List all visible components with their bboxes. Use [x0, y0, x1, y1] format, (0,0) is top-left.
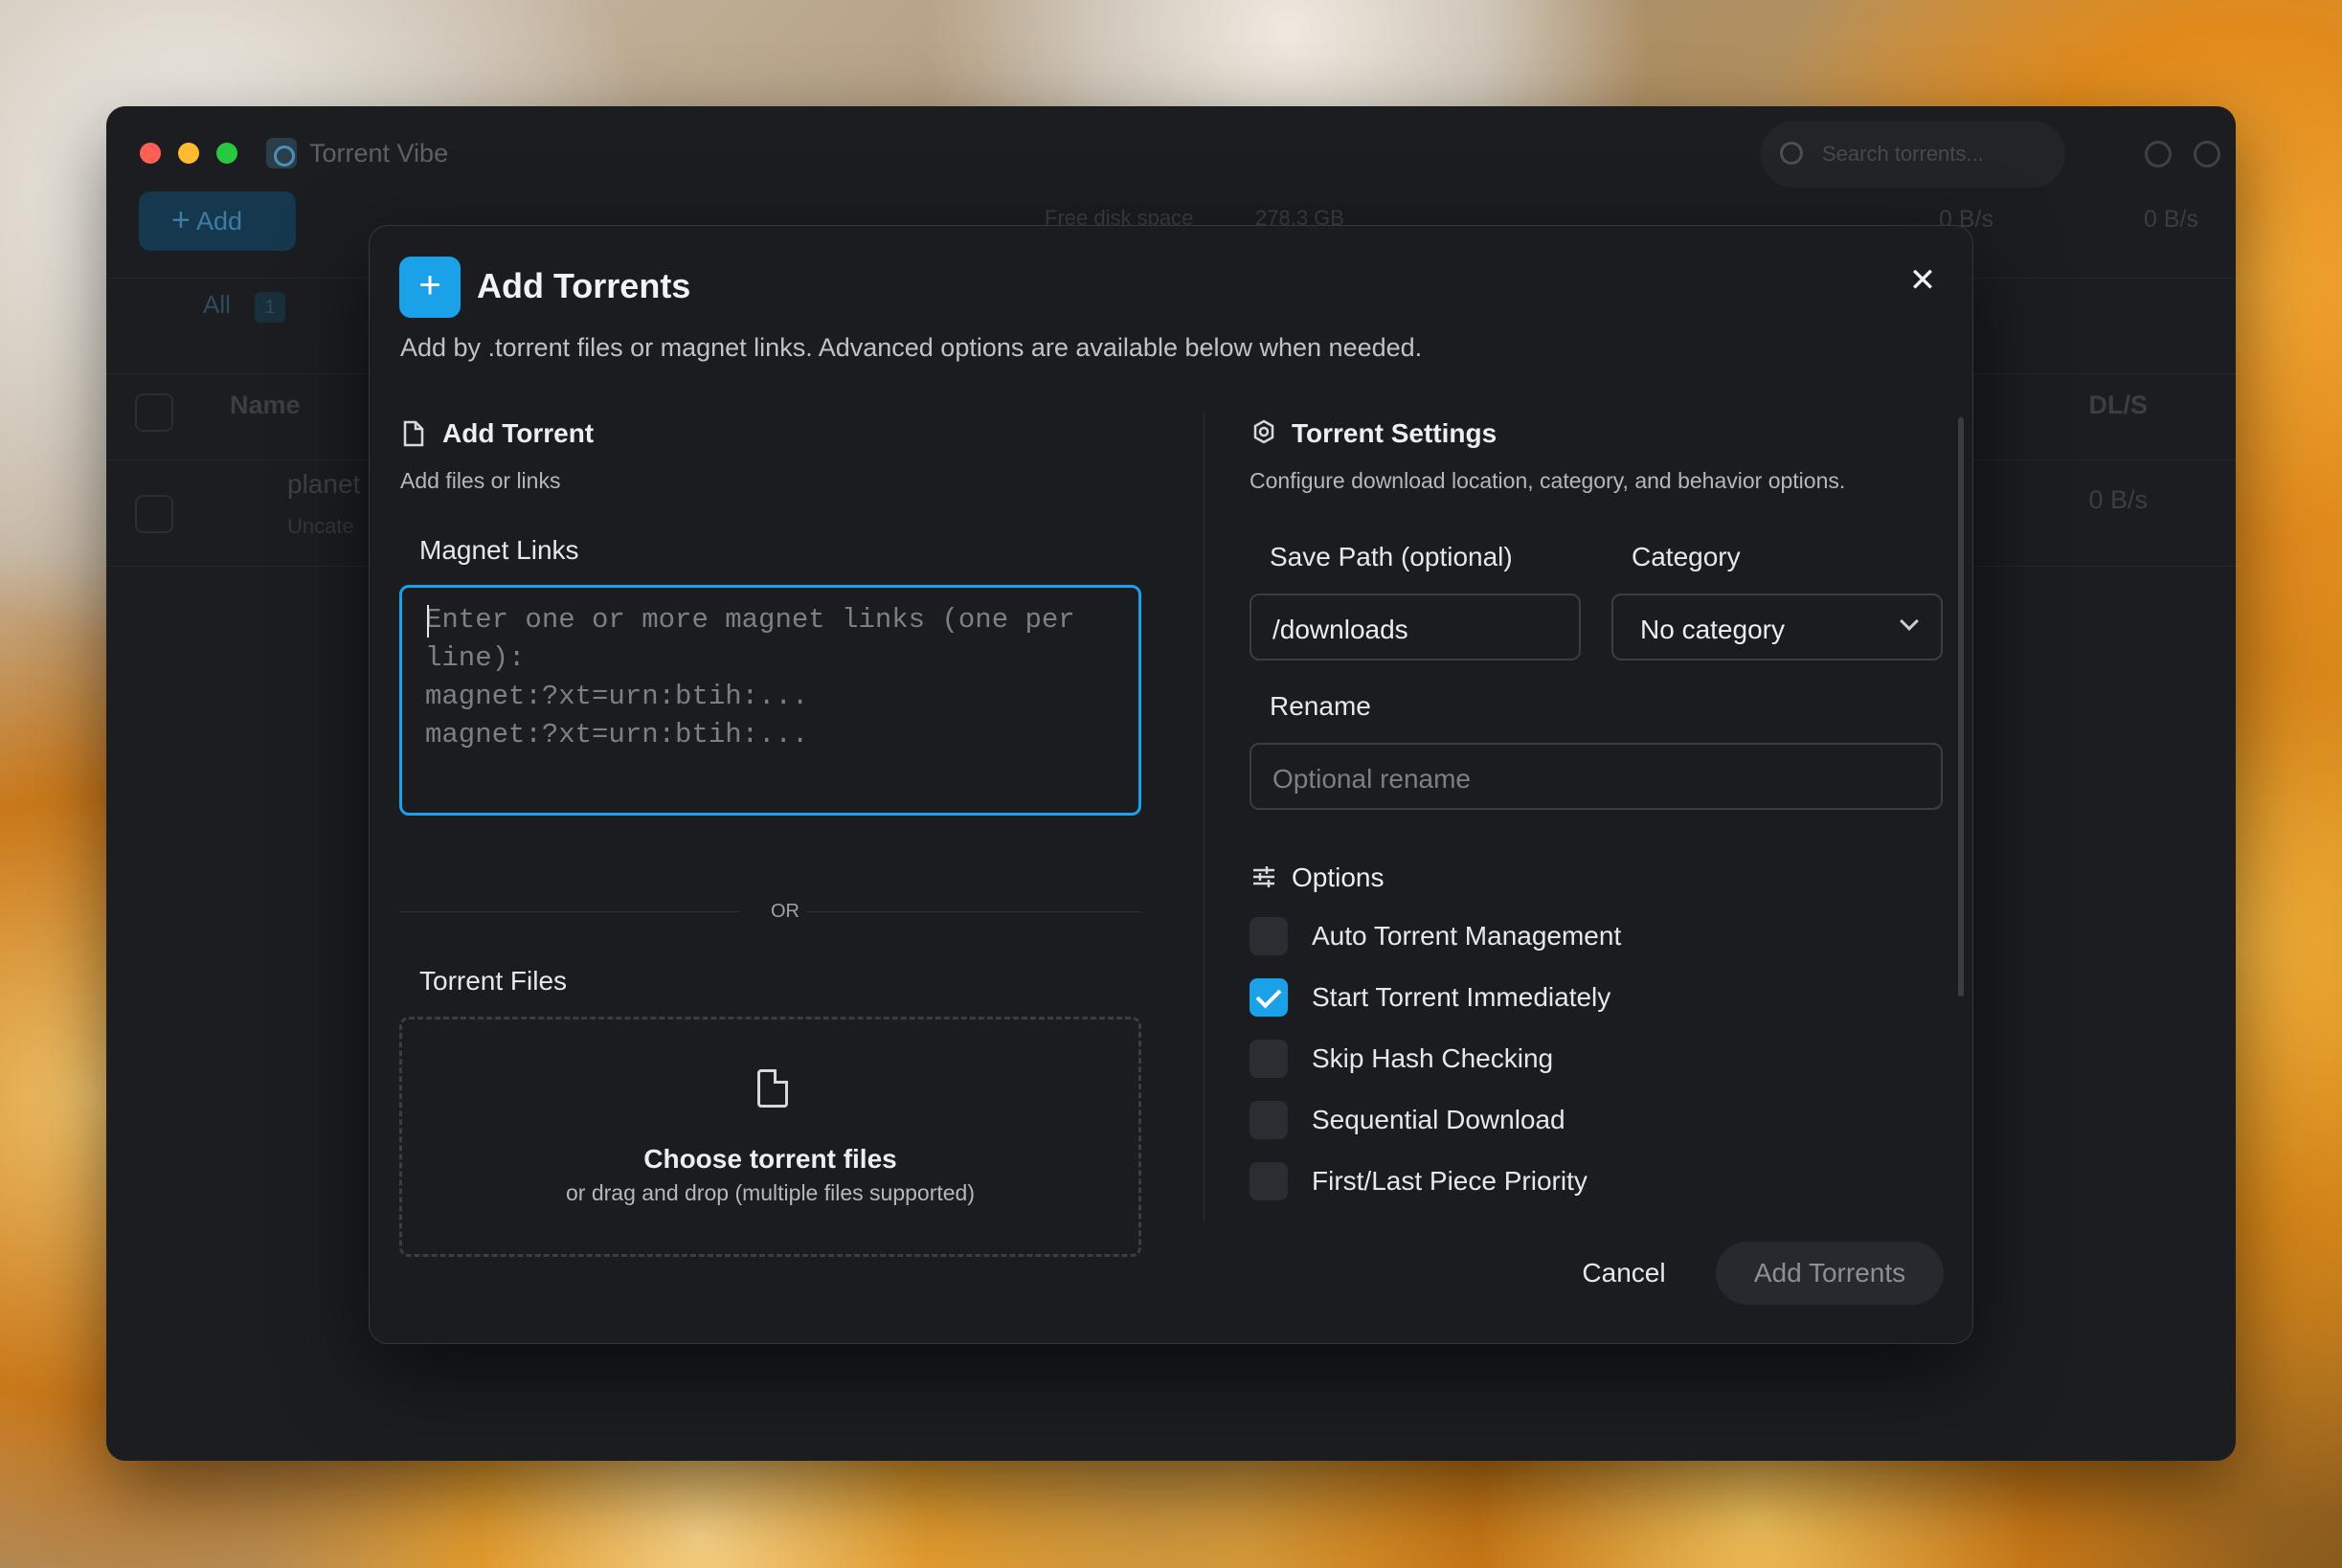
- zoom-window-button[interactable]: [216, 143, 237, 164]
- rename-label: Rename: [1270, 691, 1371, 721]
- start-immediately-checkbox[interactable]: [1250, 978, 1288, 1017]
- close-window-button[interactable]: [140, 143, 161, 164]
- add-torrents-button[interactable]: Add Torrents: [1716, 1242, 1944, 1305]
- filter-all-count: 1: [255, 292, 285, 323]
- magnet-links-label: Magnet Links: [419, 535, 579, 565]
- add-torrent-section-sub: Add files or links: [400, 468, 561, 493]
- gear-icon[interactable]: [2194, 141, 2220, 168]
- row-checkbox[interactable]: [135, 495, 173, 533]
- file-icon: [403, 420, 424, 447]
- column-divider: [1204, 413, 1205, 1221]
- filter-all[interactable]: All: [159, 290, 231, 320]
- settings-icon: [1253, 419, 1274, 444]
- magnet-links-textarea[interactable]: Enter one or more magnet links (one per …: [399, 585, 1141, 816]
- or-divider-left: [399, 911, 739, 912]
- start-immediately-label[interactable]: Start Torrent Immediately: [1312, 982, 1610, 1013]
- first-last-priority-checkbox[interactable]: [1250, 1162, 1288, 1200]
- sliders-icon: [1253, 866, 1274, 887]
- text-caret: [427, 605, 429, 638]
- scrollbar[interactable]: [1958, 417, 1964, 997]
- document-icon: [757, 1069, 788, 1108]
- torrent-settings-sub: Configure download location, category, a…: [1250, 468, 1846, 493]
- chevron-down-icon: [1900, 612, 1919, 631]
- minimize-window-button[interactable]: [178, 143, 199, 164]
- search-icon: [1780, 142, 1803, 165]
- sequential-download-checkbox[interactable]: [1250, 1101, 1288, 1139]
- plus-icon: +: [399, 257, 461, 318]
- torrent-settings-title: Torrent Settings: [1292, 418, 1498, 448]
- choose-files-sub: or drag and drop (multiple files support…: [565, 1180, 975, 1205]
- or-divider-right: [806, 911, 1141, 912]
- upload-speed: 0 B/s: [2144, 206, 2198, 233]
- search-input[interactable]: Search torrents...: [1761, 121, 2065, 188]
- or-label: OR: [771, 901, 799, 922]
- dialog-description: Add by .torrent files or magnet links. A…: [400, 333, 1423, 362]
- add-button[interactable]: Add: [139, 191, 296, 251]
- row-name: planet: [287, 469, 361, 499]
- category-label: Category: [1632, 542, 1741, 571]
- auto-management-label[interactable]: Auto Torrent Management: [1312, 921, 1621, 952]
- select-all-checkbox[interactable]: [135, 393, 173, 432]
- dialog-title: Add Torrents: [477, 266, 691, 305]
- skip-hash-checkbox[interactable]: [1250, 1040, 1288, 1078]
- first-last-priority-label[interactable]: First/Last Piece Priority: [1312, 1166, 1588, 1197]
- column-name[interactable]: Name: [230, 391, 301, 420]
- row-category: Uncate: [287, 514, 354, 538]
- add-torrent-section-title: Add Torrent: [442, 418, 595, 448]
- row-dl: 0 B/s: [2088, 485, 2148, 514]
- options-title: Options: [1292, 862, 1385, 892]
- choose-files-title: Choose torrent files: [643, 1144, 897, 1174]
- auto-management-checkbox[interactable]: [1250, 917, 1288, 955]
- torrent-files-label: Torrent Files: [419, 966, 568, 996]
- add-torrents-dialog: + Add Torrents ✕ Add by .torrent files o…: [369, 225, 1973, 1344]
- search-placeholder: Search torrents...: [1822, 142, 1984, 166]
- category-select[interactable]: No category: [1611, 594, 1943, 661]
- app-logo-icon: [266, 138, 297, 168]
- category-value: No category: [1640, 615, 1785, 644]
- save-path-input[interactable]: /downloads: [1250, 594, 1581, 661]
- torrent-files-dropzone[interactable]: Choose torrent files or drag and drop (m…: [399, 1017, 1141, 1257]
- title-bar: Torrent Vibe Search torrents...: [106, 106, 2236, 202]
- rename-input[interactable]: Optional rename: [1250, 743, 1943, 810]
- column-dl[interactable]: DL/S: [2088, 391, 2148, 420]
- skip-hash-label[interactable]: Skip Hash Checking: [1312, 1043, 1553, 1074]
- cancel-button[interactable]: Cancel: [1557, 1242, 1691, 1305]
- sequential-download-label[interactable]: Sequential Download: [1312, 1105, 1565, 1135]
- compass-icon[interactable]: [2145, 141, 2172, 168]
- app-title: Torrent Vibe: [309, 139, 449, 168]
- close-icon[interactable]: ✕: [1905, 264, 1940, 299]
- save-path-label: Save Path (optional): [1270, 542, 1513, 571]
